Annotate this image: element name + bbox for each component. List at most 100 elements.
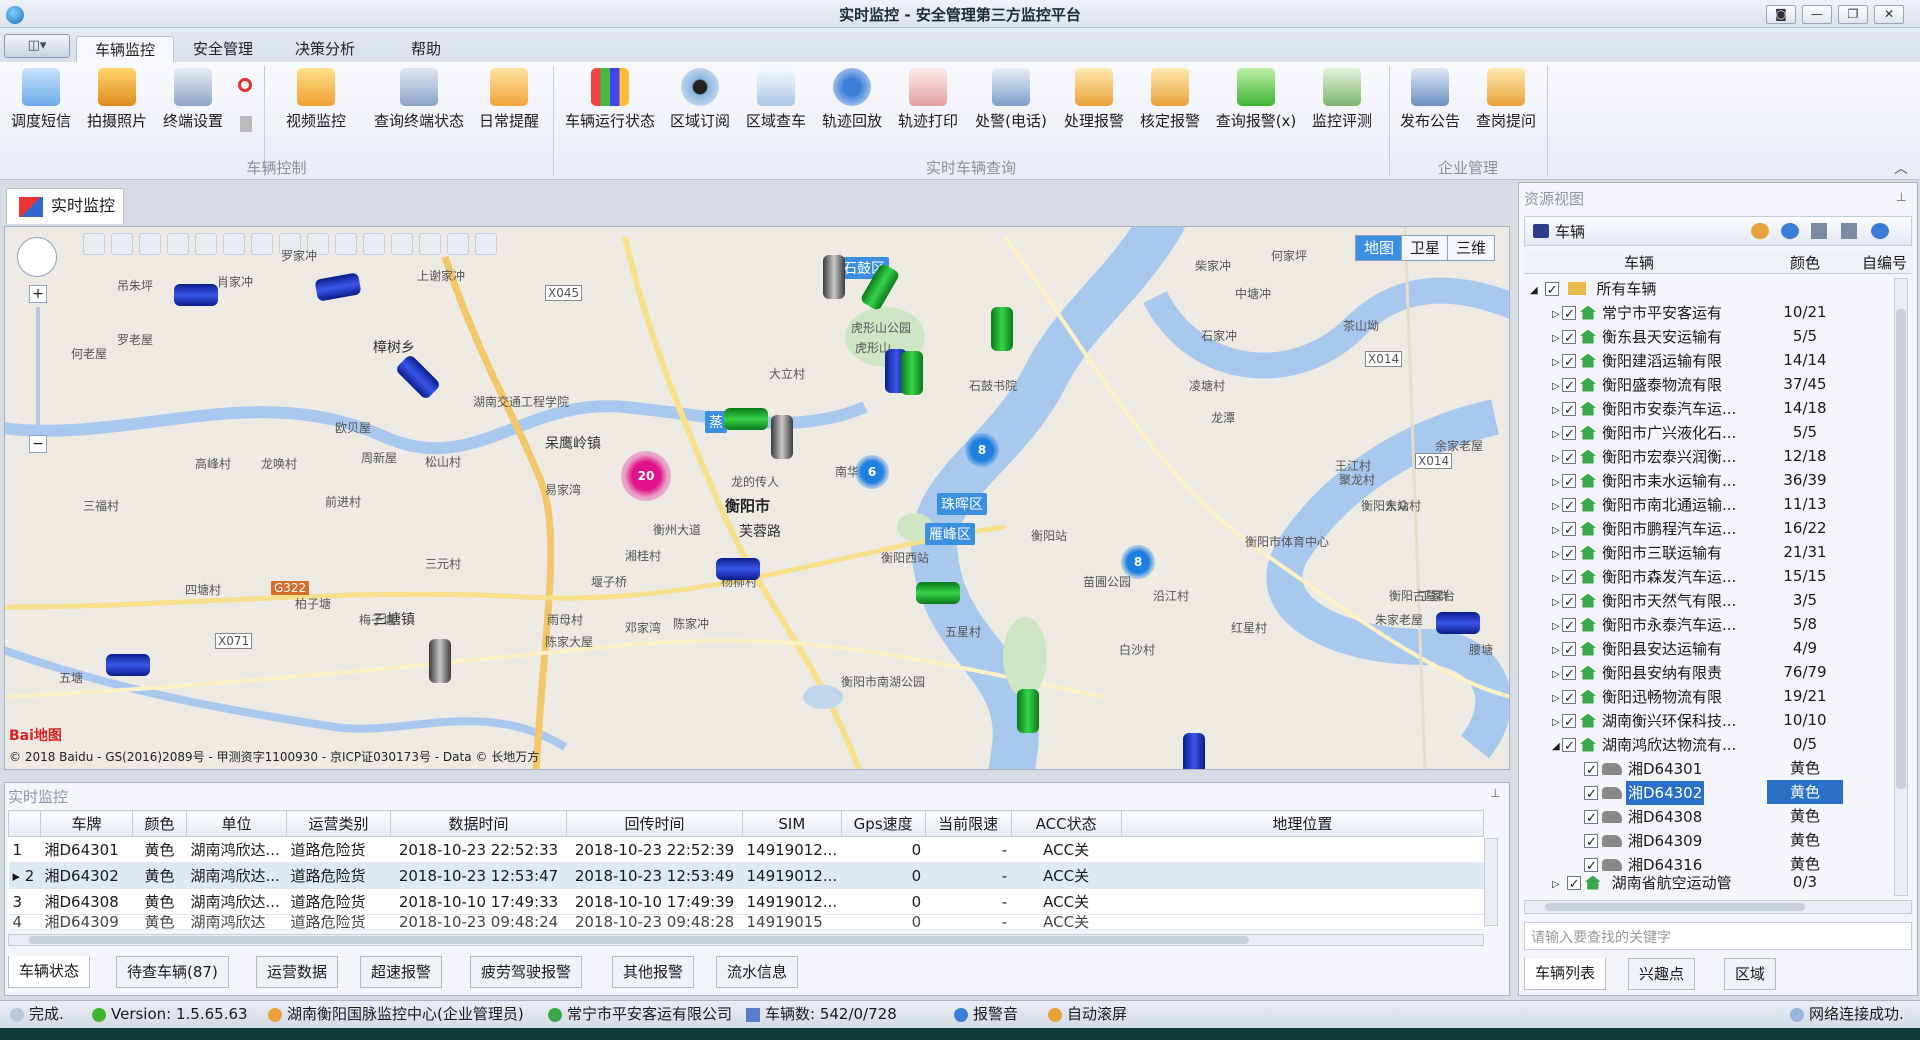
pin-icon[interactable]: ⊥ (1490, 786, 1500, 800)
tree-item-vehicle[interactable]: 湘D64309 黄色 (1524, 828, 1894, 855)
track-playback-button[interactable]: 轨迹回放 (816, 66, 888, 144)
tree-item-company[interactable]: ▷衡东县天安运输有5/5 (1524, 324, 1894, 351)
zoom-in-icon[interactable]: + (29, 285, 47, 303)
tree-item-company[interactable]: ▷衡阳市耒水运输有...36/39 (1524, 468, 1894, 495)
vehicle-marker[interactable] (1017, 689, 1039, 733)
terminal-settings-button[interactable]: 终端设置 (158, 66, 228, 144)
checkbox[interactable] (1562, 543, 1576, 567)
checkbox[interactable] (1562, 447, 1576, 471)
checkbox[interactable] (1562, 687, 1576, 711)
zoom-track[interactable] (36, 307, 40, 427)
verify-alarm-button[interactable]: 核定报警 (1134, 66, 1206, 144)
checkbox[interactable] (1562, 615, 1576, 639)
ruler-icon[interactable] (195, 233, 217, 255)
info-icon[interactable] (1781, 223, 1799, 239)
vehicle-marker[interactable] (771, 415, 793, 459)
column-header[interactable]: SIM (742, 810, 842, 837)
area-measure-icon[interactable] (223, 233, 245, 255)
checkbox[interactable] (1562, 591, 1576, 615)
column-header[interactable]: ACC状态 (1010, 810, 1122, 837)
tree-item-company[interactable]: ▷ 湖南省航空运动管 0/3 (1524, 870, 1894, 891)
vehicle-marker[interactable] (429, 639, 451, 683)
map-view-icon[interactable] (167, 233, 189, 255)
column-header[interactable]: 回传时间 (566, 810, 743, 837)
checkbox[interactable] (1562, 303, 1576, 327)
tree-item-company[interactable]: ▷常宁市平安客运有10/21 (1524, 300, 1894, 327)
vehicle-marker[interactable] (916, 582, 960, 604)
checkbox[interactable] (1562, 663, 1576, 687)
vehicle-marker[interactable] (174, 284, 218, 306)
vehicle-marker[interactable] (106, 654, 150, 676)
checkbox[interactable] (1562, 375, 1576, 399)
column-header[interactable]: 颜色 (1790, 252, 1820, 273)
tab-poi[interactable]: 兴趣点 (1628, 958, 1696, 990)
resource-search-input[interactable]: 请输入要查找的关键字 (1524, 922, 1912, 950)
take-photo-button[interactable]: 拍摄照片 (82, 66, 152, 144)
record-icon[interactable] (238, 78, 252, 92)
map-type-3d[interactable]: 三维 (1447, 235, 1496, 261)
close-button[interactable]: ✕ (1874, 5, 1904, 24)
checkbox[interactable] (1562, 735, 1576, 759)
pan-control[interactable] (17, 237, 57, 277)
column-header[interactable]: 单位 (186, 810, 287, 837)
tree-item-company[interactable]: ▷衡阳市永泰汽车运...5/8 (1524, 612, 1894, 639)
vehicle-cluster[interactable]: 8 (965, 433, 999, 467)
checkbox[interactable] (1562, 471, 1576, 495)
track-print-button[interactable]: 轨迹打印 (892, 66, 964, 144)
tab-pending-vehicles[interactable]: 待查车辆(87) (116, 956, 229, 988)
checkbox[interactable] (1562, 519, 1576, 543)
tree-item-company[interactable]: ▷衡阳迅畅物流有限19/21 (1524, 684, 1894, 711)
tree-item-company[interactable]: ◢湖南鸿欣达物流有...0/5 (1524, 732, 1894, 759)
tab-flow-info[interactable]: 流水信息 (716, 956, 799, 988)
vehicle-cluster[interactable]: 8 (1121, 545, 1155, 579)
tab-decision-analysis[interactable]: 决策分析 (277, 36, 373, 62)
eraser-icon[interactable] (419, 233, 441, 255)
table-row[interactable]: ▸ 2 湘D64302 黄色 湖南鸿欣达... 道路危险货 2018-10-23… (8, 862, 1484, 889)
tab-other-alarm[interactable]: 其他报警 (612, 956, 695, 988)
column-header[interactable]: 数据时间 (390, 810, 567, 837)
tree-collapse-icon[interactable] (1841, 223, 1857, 239)
tree-item-company[interactable]: ▷衡阳盛泰物流有限37/45 (1524, 372, 1894, 399)
tree-item-company[interactable]: ▷衡阳市广兴液化石...5/5 (1524, 420, 1894, 447)
monitor-evaluation-button[interactable]: 监控评测 (1306, 66, 1378, 144)
checkbox[interactable] (1562, 495, 1576, 519)
minimize-button[interactable]: — (1802, 5, 1832, 24)
edit-icon[interactable] (391, 233, 413, 255)
vehicle-marker[interactable] (1436, 612, 1480, 634)
tab-fatigue-alarm[interactable]: 疲劳驾驶报警 (470, 956, 583, 988)
vehicle-marker[interactable] (716, 558, 760, 580)
table-row[interactable]: 4 湘D64309 黄色 湖南鸿欣达 道路危险货 2018-10-23 09:4… (8, 914, 1484, 930)
check-post-question-button[interactable]: 查岗提问 (1470, 66, 1542, 144)
tree-item-company[interactable]: ▷衡阳市安泰汽车运...14/18 (1524, 396, 1894, 423)
table-vertical-scrollbar[interactable] (1484, 838, 1498, 926)
checkbox[interactable] (1566, 873, 1581, 890)
tree-expand-icon[interactable] (1811, 223, 1827, 239)
tab-help[interactable]: 帮助 (393, 36, 459, 62)
dispatch-sms-button[interactable]: 调度短信 (6, 66, 76, 144)
pin-icon[interactable]: ⊥ (1896, 190, 1906, 204)
vehicle-cluster[interactable]: 6 (855, 455, 889, 489)
tab-vehicle-status[interactable]: 车辆状态 (8, 956, 91, 988)
small-doc-icon[interactable] (240, 116, 252, 132)
collapse-ribbon-icon[interactable]: ︿ (1894, 158, 1908, 178)
checkbox[interactable] (1584, 759, 1598, 783)
column-header[interactable]: 颜色 (132, 810, 187, 837)
checkbox[interactable] (1562, 399, 1576, 423)
checkbox[interactable] (1562, 567, 1576, 591)
refresh-icon[interactable] (1871, 223, 1889, 239)
tree-vertical-scrollbar[interactable] (1894, 278, 1908, 896)
checkbox[interactable] (1562, 423, 1576, 447)
checkbox[interactable] (1562, 351, 1576, 375)
checkbox[interactable] (1584, 783, 1598, 807)
polygon-tool-icon[interactable] (335, 233, 357, 255)
column-header[interactable]: 自编号 (1862, 252, 1907, 273)
checkbox[interactable] (1584, 807, 1598, 831)
tree-item-company[interactable]: ▷衡阳县安纳有限责76/79 (1524, 660, 1894, 687)
users-icon[interactable] (1751, 223, 1769, 239)
tree-item-company[interactable]: ▷衡阳市南北通运输...11/13 (1524, 492, 1894, 519)
vehicle-marker[interactable] (991, 307, 1013, 351)
tab-vehicle-list[interactable]: 车辆列表 (1524, 958, 1607, 990)
vehicle-running-status-button[interactable]: 车辆运行状态 (560, 66, 660, 144)
tree-item-company[interactable]: ▷衡阳市三联运输有21/31 (1524, 540, 1894, 567)
tree-item-company[interactable]: ▷衡阳建滔运输有限14/14 (1524, 348, 1894, 375)
